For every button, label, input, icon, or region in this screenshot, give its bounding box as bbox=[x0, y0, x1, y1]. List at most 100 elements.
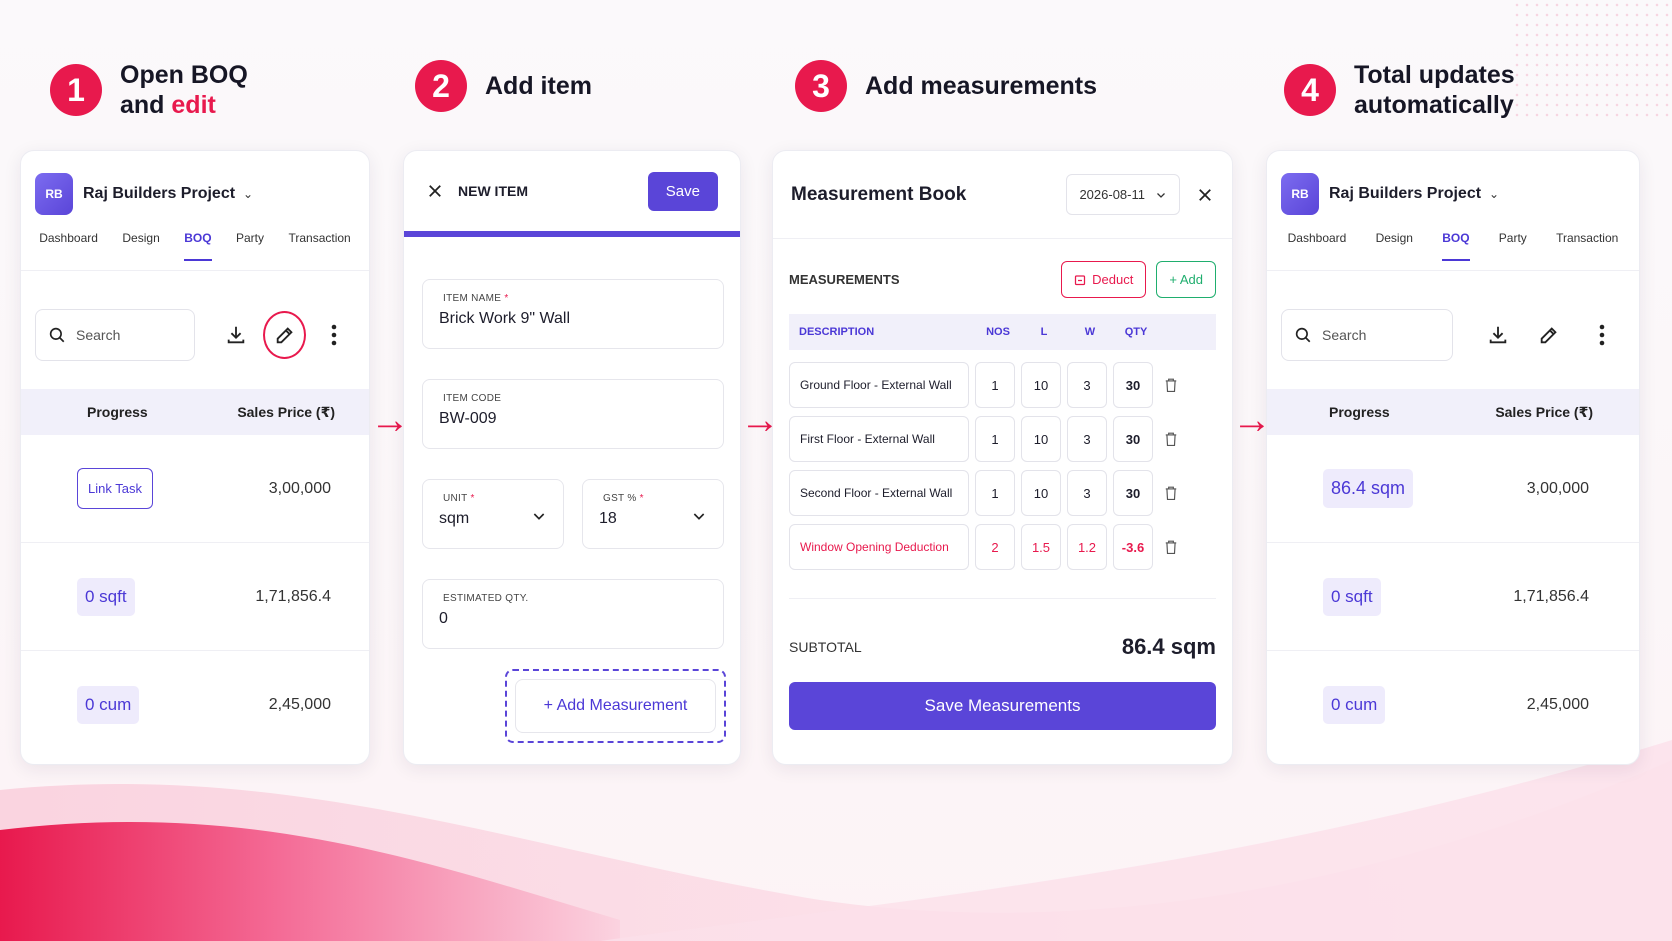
step-title: Add item bbox=[485, 72, 592, 100]
tab-transaction[interactable]: Transaction bbox=[288, 231, 350, 271]
step-4: 4 Total updates automatically bbox=[1284, 60, 1515, 120]
sales-price: 3,00,000 bbox=[268, 479, 331, 497]
project-header[interactable]: RB Raj Builders Project ⌄ bbox=[21, 151, 369, 215]
tab-boq[interactable]: BOQ bbox=[1442, 231, 1470, 271]
project-header[interactable]: RB Raj Builders Project ⌄ bbox=[1267, 151, 1639, 215]
edit-icon bbox=[276, 327, 293, 344]
tab-boq[interactable]: BOQ bbox=[184, 231, 212, 271]
unit-select[interactable]: UNIT * sqm bbox=[422, 479, 564, 549]
tab-design[interactable]: Design bbox=[1376, 231, 1413, 271]
description-input[interactable]: Window Opening Deduction bbox=[789, 524, 969, 570]
nos-input[interactable]: 1 bbox=[975, 416, 1015, 462]
progress-badge: 0 sqft bbox=[1323, 577, 1381, 616]
tab-dashboard[interactable]: Dashboard bbox=[1288, 231, 1347, 271]
trash-icon[interactable] bbox=[1159, 539, 1183, 555]
deduct-button[interactable]: Deduct bbox=[1061, 261, 1147, 298]
measurements-heading: MEASUREMENTS bbox=[789, 272, 900, 287]
tab-party[interactable]: Party bbox=[236, 231, 264, 271]
item-name-field[interactable]: ITEM NAME * Brick Work 9" Wall bbox=[422, 279, 724, 349]
edit-button[interactable] bbox=[263, 311, 307, 359]
qty-value: 30 bbox=[1113, 416, 1153, 462]
sales-price: 1,71,856.4 bbox=[1513, 587, 1589, 605]
boq-card-before: RB Raj Builders Project ⌄ Dashboard Desi… bbox=[20, 150, 370, 765]
width-input[interactable]: 3 bbox=[1067, 416, 1107, 462]
table-row[interactable]: 0 cum 2,45,000 bbox=[1267, 651, 1639, 759]
download-button[interactable] bbox=[215, 311, 258, 359]
sales-price: 3,00,000 bbox=[1526, 479, 1589, 497]
length-input[interactable]: 10 bbox=[1021, 470, 1061, 516]
search-input[interactable]: Search bbox=[35, 309, 195, 361]
measurement-book-card: Measurement Book 2026-08-11 MEASUREMENTS… bbox=[772, 150, 1233, 765]
nos-input[interactable]: 1 bbox=[975, 362, 1015, 408]
sales-price: 2,45,000 bbox=[268, 696, 331, 713]
progress-badge: 0 cum bbox=[1323, 686, 1386, 724]
save-measurements-button[interactable]: Save Measurements bbox=[789, 682, 1216, 730]
avatar: RB bbox=[1281, 173, 1319, 215]
trash-icon[interactable] bbox=[1159, 377, 1183, 393]
item-code-field[interactable]: ITEM CODE BW-009 bbox=[422, 379, 724, 449]
nos-input[interactable]: 1 bbox=[975, 470, 1015, 516]
step-2: 2 Add item bbox=[415, 60, 592, 112]
save-button[interactable]: Save bbox=[647, 171, 718, 211]
more-button[interactable] bbox=[312, 311, 355, 359]
table-header: Progress Sales Price (₹) bbox=[21, 389, 369, 435]
new-item-title: NEW ITEM bbox=[458, 183, 528, 199]
width-input[interactable]: 3 bbox=[1067, 362, 1107, 408]
close-icon[interactable] bbox=[1196, 186, 1214, 204]
tab-design[interactable]: Design bbox=[122, 231, 159, 271]
add-button[interactable]: + Add bbox=[1156, 261, 1216, 298]
edit-icon bbox=[1540, 327, 1557, 344]
trash-icon[interactable] bbox=[1159, 431, 1183, 447]
col-progress: Progress bbox=[87, 404, 148, 420]
estimated-qty-field[interactable]: ESTIMATED QTY. 0 bbox=[422, 579, 724, 649]
gst-select[interactable]: GST % * 18 bbox=[582, 479, 724, 549]
chevron-down-icon bbox=[533, 513, 545, 520]
table-row[interactable]: 0 sqft 1,71,856.4 bbox=[21, 543, 369, 651]
boq-card-after: RB Raj Builders Project ⌄ Dashboard Desi… bbox=[1266, 150, 1640, 765]
tab-transaction[interactable]: Transaction bbox=[1556, 231, 1618, 271]
add-measurement-button[interactable]: + Add Measurement bbox=[515, 679, 716, 733]
dot-pattern bbox=[1512, 0, 1672, 120]
progress-badge: 0 cum bbox=[77, 686, 140, 724]
chevron-down-icon: ⌄ bbox=[243, 187, 254, 201]
description-input[interactable]: Ground Floor - External Wall bbox=[789, 362, 969, 408]
link-task-button[interactable]: Link Task bbox=[77, 468, 153, 509]
table-row[interactable]: 0 cum 2,45,000 bbox=[21, 651, 369, 759]
search-input[interactable]: Search bbox=[1281, 309, 1454, 361]
table-row[interactable]: Link Task 3,00,000 bbox=[21, 435, 369, 543]
tab-party[interactable]: Party bbox=[1499, 231, 1527, 271]
col-sales-price: Sales Price (₹) bbox=[1495, 403, 1593, 420]
tab-bar: Dashboard Design BOQ Party Transaction bbox=[1267, 215, 1639, 271]
avatar: RB bbox=[35, 173, 73, 215]
nos-input[interactable]: 2 bbox=[975, 524, 1015, 570]
chevron-down-icon bbox=[1157, 192, 1165, 198]
download-button[interactable] bbox=[1475, 311, 1520, 359]
close-icon[interactable] bbox=[426, 182, 444, 200]
table-row[interactable]: 86.4 sqm 3,00,000 bbox=[1267, 435, 1639, 543]
table-row[interactable]: 0 sqft 1,71,856.4 bbox=[1267, 543, 1639, 651]
measurement-book-header: Measurement Book 2026-08-11 bbox=[773, 151, 1232, 239]
col-progress: Progress bbox=[1329, 404, 1390, 420]
step-3: 3 Add measurements bbox=[795, 60, 1097, 112]
description-input[interactable]: Second Floor - External Wall bbox=[789, 470, 969, 516]
step-number: 4 bbox=[1284, 64, 1336, 116]
width-input[interactable]: 1.2 bbox=[1067, 524, 1107, 570]
step-1: 1 Open BOQ and edit bbox=[50, 60, 248, 120]
length-input[interactable]: 10 bbox=[1021, 416, 1061, 462]
measurement-row-deduction: Window Opening Deduction 2 1.5 1.2 -3.6 bbox=[789, 524, 1216, 570]
toolbar: Search bbox=[21, 271, 369, 389]
description-input[interactable]: First Floor - External Wall bbox=[789, 416, 969, 462]
length-input[interactable]: 1.5 bbox=[1021, 524, 1061, 570]
measurement-book-title: Measurement Book bbox=[791, 183, 967, 205]
date-select[interactable]: 2026-08-11 bbox=[1066, 174, 1180, 215]
width-input[interactable]: 3 bbox=[1067, 470, 1107, 516]
length-input[interactable]: 10 bbox=[1021, 362, 1061, 408]
edit-button[interactable] bbox=[1527, 311, 1572, 359]
measurement-row: First Floor - External Wall 1 10 3 30 bbox=[789, 416, 1216, 462]
trash-icon[interactable] bbox=[1159, 485, 1183, 501]
tab-dashboard[interactable]: Dashboard bbox=[39, 231, 98, 271]
download-icon bbox=[1489, 326, 1507, 344]
more-button[interactable] bbox=[1580, 311, 1625, 359]
subtotal-label: SUBTOTAL bbox=[789, 638, 862, 655]
subtotal-row: SUBTOTAL 86.4 sqm bbox=[789, 598, 1216, 674]
